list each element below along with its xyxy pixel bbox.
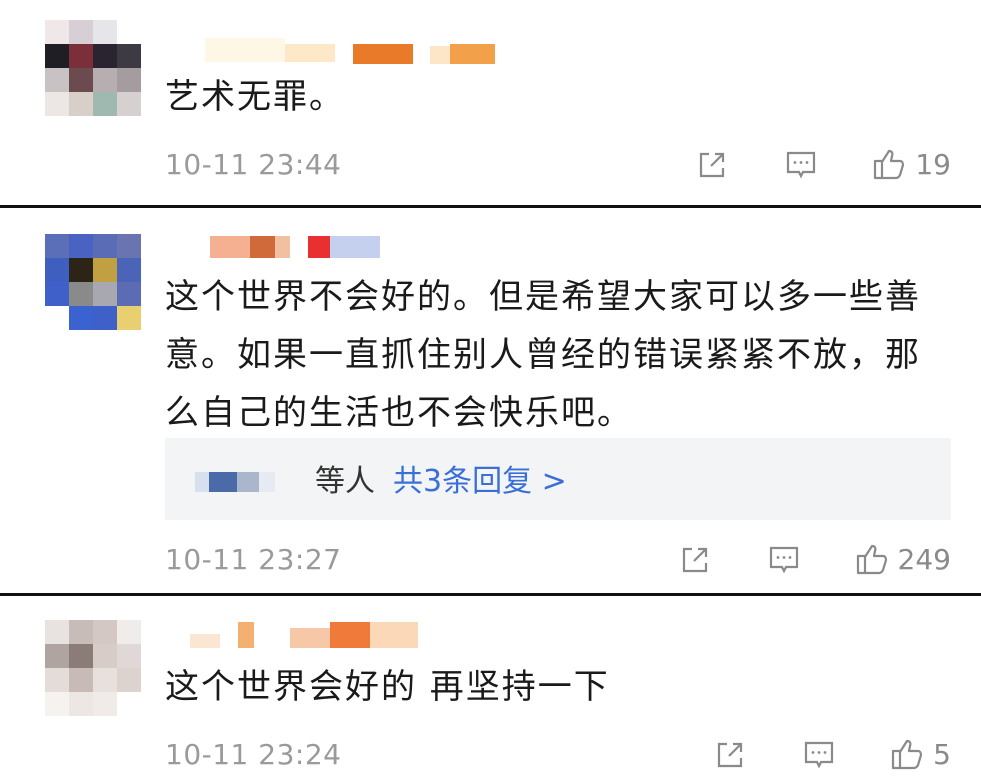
avatar[interactable]: [45, 620, 141, 716]
like-count: 249: [897, 542, 951, 576]
username-blurred[interactable]: [190, 622, 430, 650]
comment-actions: 19: [695, 146, 951, 182]
comment-actions: 5: [713, 736, 951, 772]
like-count: 5: [933, 737, 951, 771]
comment-time: 10-11 23:24: [165, 738, 342, 771]
username-blurred[interactable]: [190, 234, 390, 262]
comment-text: 这个世界会好的 再坚持一下: [165, 667, 610, 707]
comment-time: 10-11 23:27: [165, 543, 342, 576]
comment-item: 这个世界不会好的。但是希望大家可以多一些善意。如果一直抓住别人曾经的错误紧紧不放…: [0, 208, 981, 593]
comment-text: 这个世界不会好的。但是希望大家可以多一些善意。如果一直抓住别人曾经的错误紧紧不放…: [165, 277, 921, 433]
thumbs-up-icon[interactable]: [854, 541, 890, 577]
share-icon[interactable]: [695, 146, 731, 182]
like-count: 19: [915, 147, 951, 181]
avatar[interactable]: [45, 20, 141, 116]
thumbs-up-icon[interactable]: [871, 146, 907, 182]
view-replies-link[interactable]: 共3条回复 >: [393, 456, 567, 500]
comment-actions: 249: [678, 541, 951, 577]
share-icon[interactable]: [713, 736, 749, 772]
comment-icon[interactable]: [766, 541, 802, 577]
username-blurred[interactable]: [205, 38, 505, 66]
reply-summary[interactable]: 等人 共3条回复 >: [165, 438, 951, 520]
comment-text: 艺术无罪。: [165, 77, 345, 117]
comment-time: 10-11 23:44: [165, 148, 342, 181]
share-icon[interactable]: [678, 541, 714, 577]
comment-icon[interactable]: [783, 146, 819, 182]
avatar[interactable]: [45, 234, 141, 330]
comment-icon[interactable]: [801, 736, 837, 772]
comment-item: 这个世界会好的 再坚持一下 10-11 23:24 5: [0, 596, 981, 779]
comment-item: 艺术无罪。 10-11 23:44 19: [0, 0, 981, 205]
thumbs-up-icon[interactable]: [889, 736, 925, 772]
reply-prefix: 等人: [315, 464, 375, 499]
reply-user-blurred: [195, 472, 275, 492]
